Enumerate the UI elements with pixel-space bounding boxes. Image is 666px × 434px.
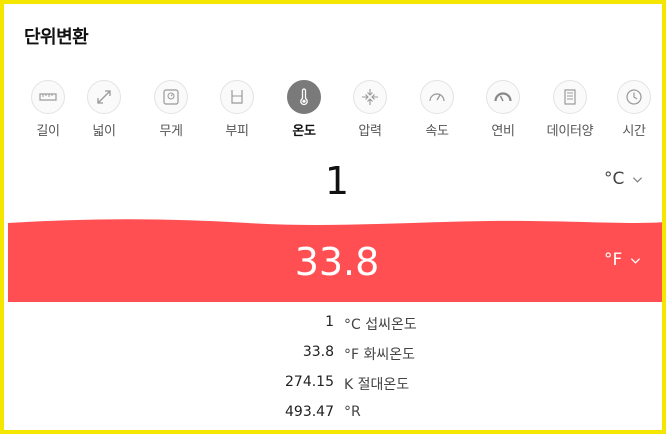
tab-weight[interactable]: 무게 [141, 80, 201, 150]
tab-label: 길이 [36, 124, 60, 139]
output-unit-label: °F [604, 250, 623, 270]
document-icon [553, 80, 587, 114]
result-row: 33.8 °F 화씨온도 [4, 344, 662, 366]
speedometer-icon [420, 80, 454, 114]
tab-area[interactable]: 넓이 [74, 80, 134, 150]
tab-volume[interactable]: 부피 [207, 80, 267, 150]
tab-temperature[interactable]: 온도 [274, 80, 334, 150]
result-unit: °C 섭씨온도 [344, 317, 417, 333]
result-value: 1 [325, 314, 334, 330]
result-row: 274.15 K 절대온도 [4, 374, 662, 396]
tab-data-size[interactable]: 데이터양 [540, 80, 600, 150]
tab-length[interactable]: 길이 [18, 80, 78, 150]
tab-label: 데이터양 [546, 124, 594, 139]
result-value: 274.15 [285, 374, 334, 390]
tab-label: 넓이 [92, 124, 116, 139]
beaker-icon [220, 80, 254, 114]
tab-label: 압력 [358, 124, 382, 139]
ruler-icon [31, 80, 65, 114]
tab-label: 연비 [491, 124, 515, 139]
chevron-down-icon [633, 176, 643, 183]
tab-time[interactable]: 시간 [604, 80, 662, 150]
tab-label: 무게 [159, 124, 183, 139]
output-unit-select[interactable]: °F [604, 250, 641, 270]
input-unit-label: °C [604, 169, 625, 189]
result-value: 493.47 [285, 404, 334, 420]
compress-arrows-icon [353, 80, 387, 114]
input-value[interactable]: 1 [154, 156, 520, 206]
scale-icon [154, 80, 188, 114]
tab-label: 온도 [292, 124, 316, 139]
widget-title: 단위변환 [24, 27, 89, 48]
result-row: 1 °C 섭씨온도 [4, 314, 662, 336]
result-unit: K 절대온도 [344, 377, 410, 393]
unit-converter-widget: 단위변환 길이 넓이 무게 부피 온도 압력 속도 연비 데이터양 시간 1 °… [0, 0, 666, 434]
output-value: 33.8 [294, 240, 380, 284]
expand-arrows-icon [87, 80, 121, 114]
result-unit: °F 화씨온도 [344, 347, 416, 363]
input-unit-select[interactable]: °C [604, 169, 643, 189]
chevron-down-icon [631, 257, 641, 264]
category-tabs: 길이 넓이 무게 부피 온도 압력 속도 연비 데이터양 시간 [18, 80, 658, 150]
tab-label: 속도 [425, 124, 449, 139]
clock-icon [617, 80, 651, 114]
tab-label: 시간 [622, 124, 646, 139]
thermometer-icon [287, 80, 321, 114]
result-unit: °R [344, 404, 361, 420]
tab-pressure[interactable]: 압력 [340, 80, 400, 150]
tab-speed[interactable]: 속도 [407, 80, 467, 150]
fuel-gauge-icon [486, 80, 520, 114]
tab-fuel-efficiency[interactable]: 연비 [473, 80, 533, 150]
result-row: 493.47 °R [4, 404, 662, 426]
tab-label: 부피 [225, 124, 249, 139]
result-value: 33.8 [302, 344, 334, 360]
